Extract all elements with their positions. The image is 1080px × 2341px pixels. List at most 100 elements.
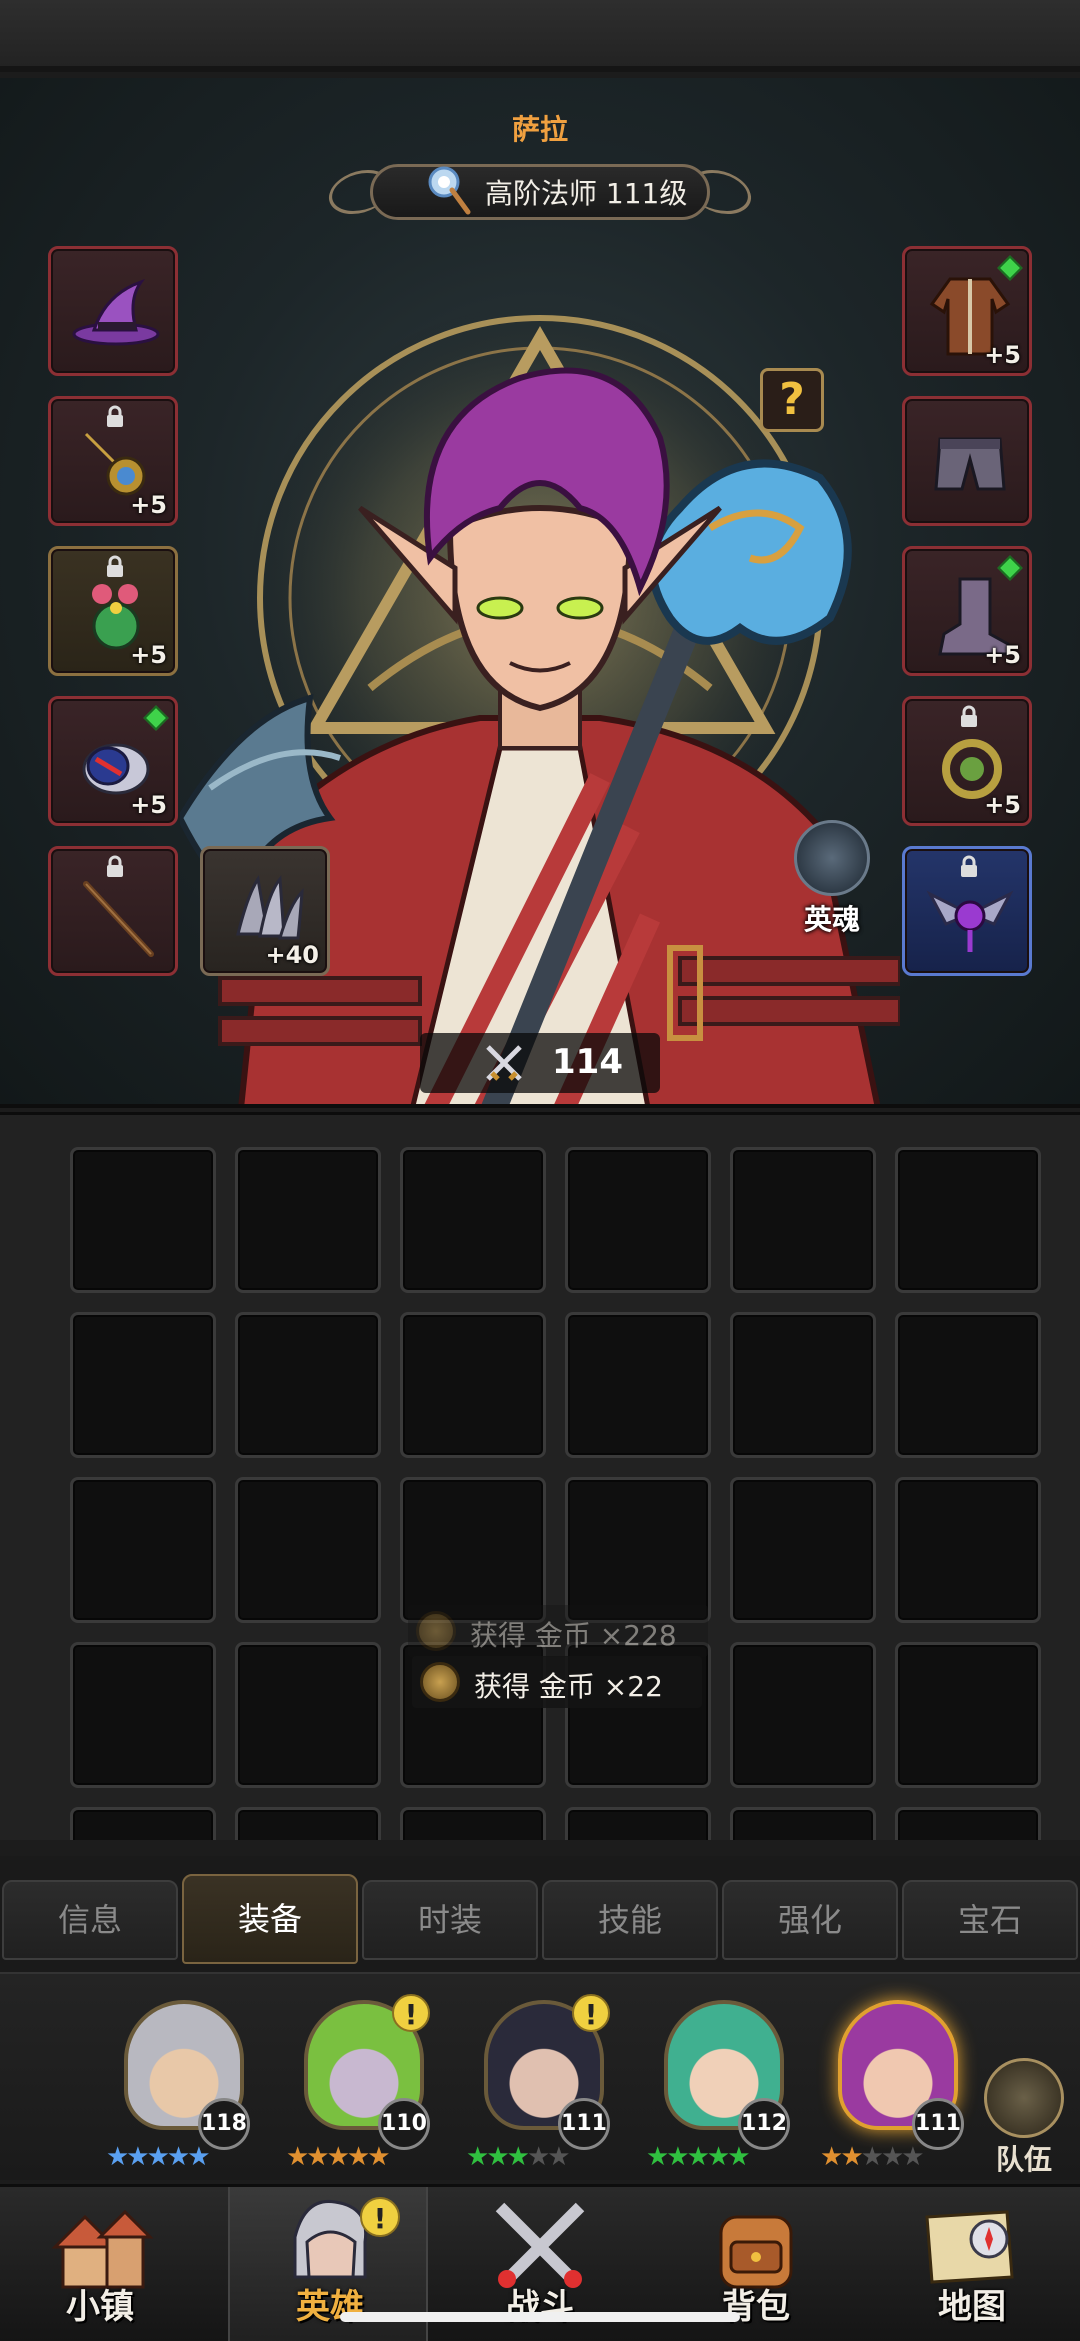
upgrade-level: +5 (130, 791, 167, 819)
hero-star-rating: ★★★★★ (286, 2142, 391, 2172)
tab-equipment[interactable]: 装备 (182, 1874, 358, 1964)
inventory-slot[interactable] (565, 1807, 711, 1840)
equip-slot-hat[interactable] (48, 246, 178, 376)
soul-lantern-icon (794, 820, 870, 896)
equip-slot-earring[interactable]: +5 (902, 696, 1032, 826)
hero-roster: 118 ★★★★★ ! 110 ★★★★★ ! 111 ★★★★★ 112 ★★… (0, 1972, 1080, 2180)
combat-power-value: 114 (552, 1042, 623, 1082)
inventory-slot[interactable] (400, 1807, 546, 1840)
equip-slot-claw[interactable]: +40 (200, 846, 330, 976)
hero-star-rating: ★★★★★ (646, 2142, 751, 2172)
soul-label: 英魂 (803, 903, 860, 936)
inventory-slot[interactable] (235, 1807, 381, 1840)
gold-coin-icon (420, 1662, 460, 1702)
upgrade-level: +5 (984, 791, 1021, 819)
alert-icon: ! (572, 1994, 610, 2032)
inventory-grid: 获得 金币 ×228 获得 金币 ×22 (0, 1112, 1080, 1840)
inventory-slot[interactable] (235, 1477, 381, 1623)
equip-slot-boots[interactable]: +5 (902, 546, 1032, 676)
inventory-slot[interactable] (730, 1477, 876, 1623)
alert-icon: ! (360, 2197, 400, 2237)
equip-slot-wand[interactable] (48, 846, 178, 976)
inventory-slot[interactable] (235, 1642, 381, 1788)
inventory-slot[interactable] (235, 1312, 381, 1458)
upgrade-level: +5 (130, 491, 167, 519)
hero-name: 萨拉 (511, 113, 568, 146)
roster-hero-1[interactable]: 118 ★★★★★ (96, 1994, 266, 2174)
inventory-slot[interactable] (70, 1477, 216, 1623)
inventory-slot[interactable] (70, 1312, 216, 1458)
inventory-slot[interactable] (895, 1807, 1041, 1840)
staff-orb-icon (428, 166, 471, 215)
equip-slot-robe[interactable]: +5 (902, 246, 1032, 376)
inventory-slot[interactable] (565, 1312, 711, 1458)
inventory-slot[interactable] (730, 1147, 876, 1293)
inventory-slot[interactable] (730, 1807, 876, 1840)
inventory-slot[interactable] (70, 1147, 216, 1293)
nav-label: 地图 (938, 2287, 1006, 2327)
inventory-slot[interactable] (565, 1147, 711, 1293)
inventory-slot[interactable] (70, 1807, 216, 1840)
inventory-slot[interactable] (730, 1642, 876, 1788)
team-label: 队伍 (995, 2143, 1052, 2176)
reward-toast: 获得 金币 ×22 (412, 1656, 702, 1708)
hero-portrait-illustration (180, 367, 900, 1104)
tab-fashion[interactable]: 时装 (362, 1880, 538, 1960)
hero-soul-button[interactable]: 英魂 (782, 820, 882, 940)
combat-power: 114 (420, 1033, 660, 1093)
tab-info[interactable]: 信息 (2, 1880, 178, 1960)
crossed-swords-icon (486, 1045, 522, 1081)
inventory-slot[interactable] (895, 1477, 1041, 1623)
equip-slot-amulet[interactable]: +5 (48, 396, 178, 526)
reward-toast-text: 获得 金币 ×228 (470, 1619, 677, 1652)
roster-hero-3[interactable]: ! 111 ★★★★★ (456, 1994, 626, 2174)
inventory-slot[interactable] (70, 1642, 216, 1788)
tab-skills[interactable]: 技能 (542, 1880, 718, 1960)
hero-detail-tabs: 信息 装备 时装 技能 强化 宝石 (0, 1856, 1080, 1972)
inventory-slot[interactable] (895, 1312, 1041, 1458)
class-banner: 高阶法师 111级 (321, 156, 759, 228)
inventory-slot[interactable] (895, 1147, 1041, 1293)
home-indicator (340, 2312, 740, 2322)
hero-class-level: 高阶法师 111级 (485, 177, 688, 210)
nav-label: 小镇 (66, 2287, 134, 2327)
hero-star-rating: ★★★★★ (106, 2142, 211, 2172)
hero-equipment-panel: 萨拉 高阶法师 111级 +5 +5 +5 +40 +5 +5 +5 ? 英魂 … (0, 78, 1080, 1108)
roster-hero-5-selected[interactable]: 111 ★★★★★ (810, 1994, 980, 2174)
inventory-slot[interactable] (895, 1642, 1041, 1788)
equip-slot-pants[interactable] (902, 396, 1032, 526)
tab-gems[interactable]: 宝石 (902, 1880, 1078, 1960)
chess-piece-icon (984, 2058, 1064, 2138)
hero-star-rating: ★★★★★ (820, 2142, 925, 2172)
pants-icon (934, 437, 1006, 491)
app-root: 萨拉 高阶法师 111级 +5 +5 +5 +40 +5 +5 +5 ? 英魂 … (0, 0, 1080, 2341)
equip-slot-charm[interactable]: +5 (48, 546, 178, 676)
upgrade-level: +5 (130, 641, 167, 669)
help-button[interactable]: ? (760, 368, 824, 432)
inventory-slot[interactable] (235, 1147, 381, 1293)
hero-star-rating: ★★★★★ (466, 2142, 571, 2172)
team-button[interactable]: 队伍 (976, 2058, 1072, 2176)
winged-gem-icon (926, 890, 1014, 952)
reward-toast-text: 获得 金币 ×22 (474, 1670, 663, 1703)
wizard-hat-icon (72, 279, 160, 346)
equip-slot-relic[interactable] (902, 846, 1032, 976)
roster-hero-4[interactable]: 112 ★★★★★ (636, 1994, 806, 2174)
wand-icon (83, 881, 154, 957)
upgrade-level: +5 (984, 641, 1021, 669)
upgrade-level: +40 (265, 941, 319, 969)
top-status-bar (0, 0, 1080, 72)
equip-slot-bracer[interactable]: +5 (48, 696, 178, 826)
upgrade-level: +5 (984, 341, 1021, 369)
inventory-slot[interactable] (565, 1477, 711, 1623)
nav-town[interactable]: 小镇 (0, 2187, 200, 2341)
roster-hero-2[interactable]: ! 110 ★★★★★ (276, 1994, 446, 2174)
inventory-slot[interactable] (400, 1312, 546, 1458)
inventory-slot[interactable] (730, 1312, 876, 1458)
nav-map[interactable]: 地图 (872, 2187, 1072, 2341)
reward-toast-faded: 获得 金币 ×228 (408, 1605, 708, 1657)
tab-enhance[interactable]: 强化 (722, 1880, 898, 1960)
gold-coin-icon (416, 1611, 456, 1651)
inventory-slot[interactable] (400, 1477, 546, 1623)
inventory-slot[interactable] (400, 1147, 546, 1293)
